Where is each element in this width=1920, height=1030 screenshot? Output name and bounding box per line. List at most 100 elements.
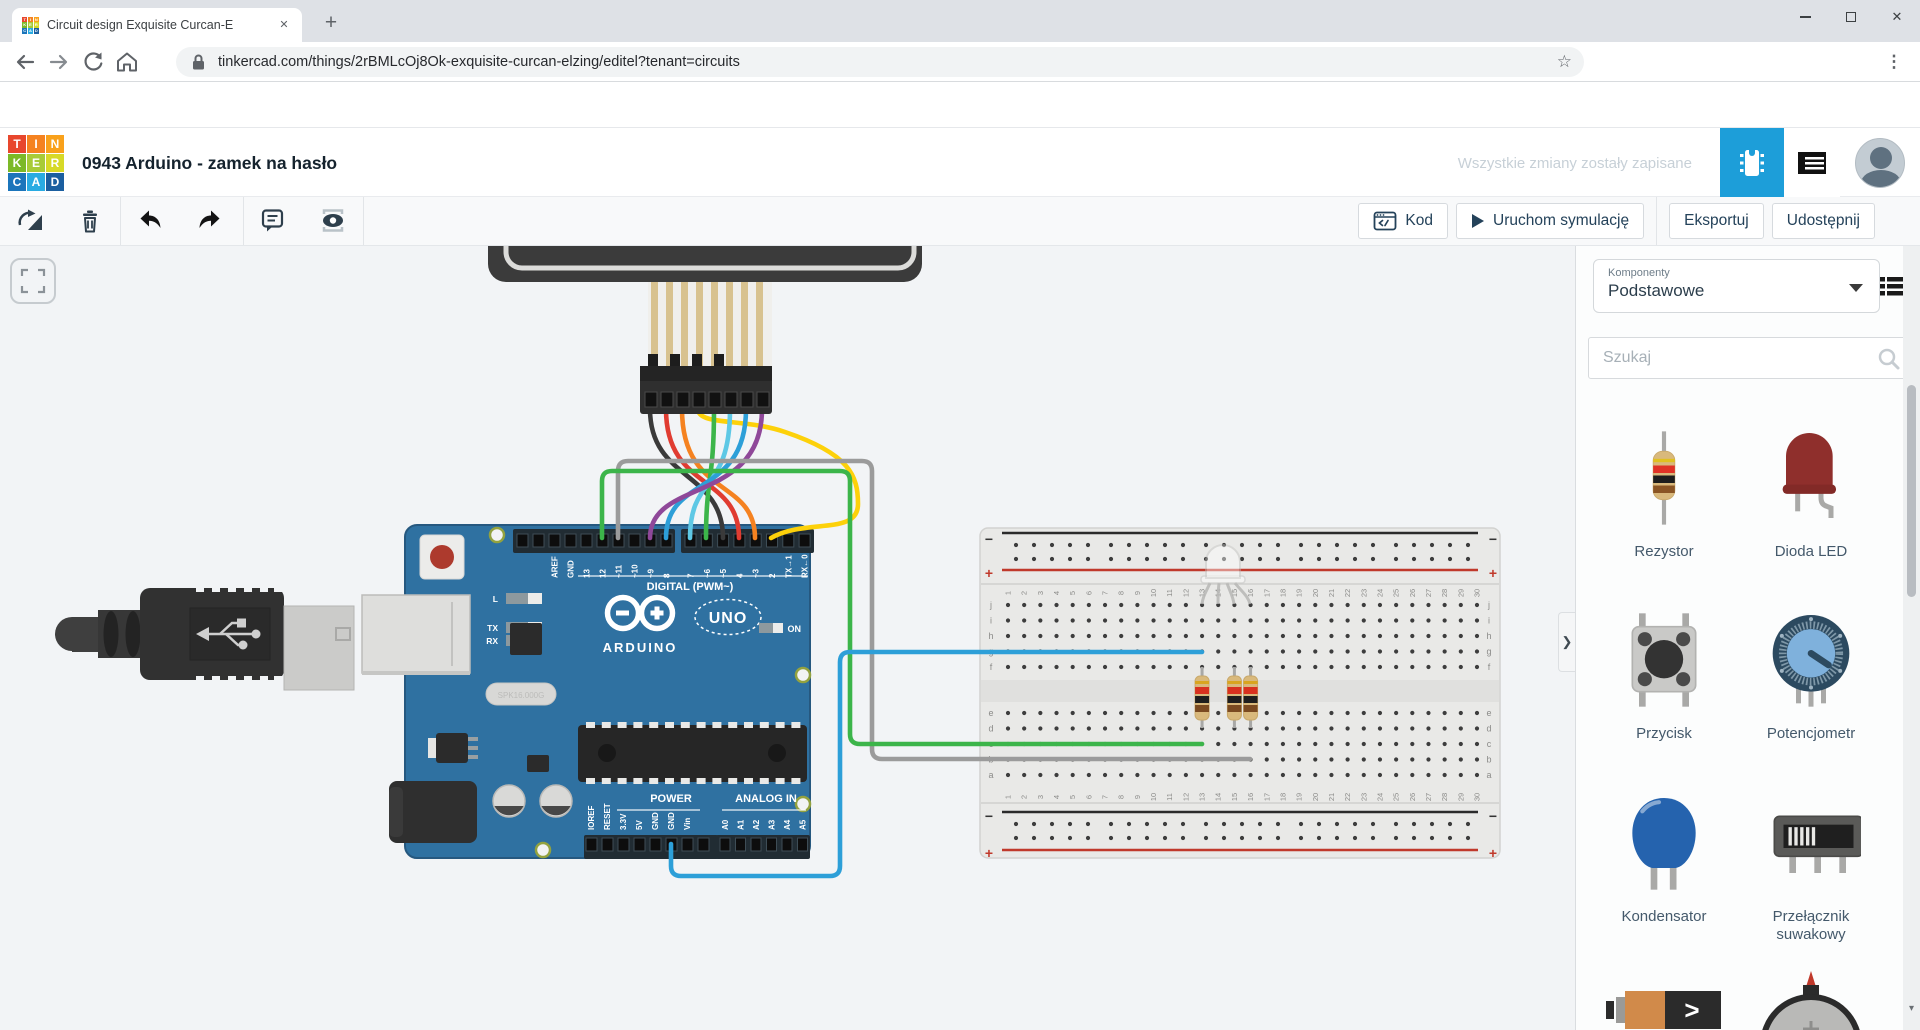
scrollbar-track[interactable] (1903, 246, 1920, 1030)
column-number: 18 (1278, 589, 1287, 597)
forward-icon[interactable] (42, 45, 76, 79)
new-tab-icon[interactable]: + (316, 8, 346, 38)
component-item-dioda-led[interactable]: Dioda LED (1743, 423, 1879, 561)
component-item-przycisk[interactable]: Przycisk (1596, 605, 1732, 743)
rail-sign: − (1489, 531, 1497, 547)
code-button[interactable]: Kod (1358, 203, 1448, 239)
collapse-panel-icon[interactable]: ❯ (1558, 612, 1575, 672)
pushbutton-icon (1614, 605, 1714, 715)
export-button[interactable]: Eksportuj (1669, 203, 1764, 239)
component-item-battery[interactable]: > (1596, 981, 1732, 1030)
pin-label: 13 (583, 569, 592, 578)
redo-icon[interactable] (188, 197, 232, 245)
rotate-icon[interactable] (8, 197, 52, 245)
column-number: 20 (1311, 589, 1320, 597)
export-button-label: Eksportuj (1684, 212, 1749, 230)
back-icon[interactable] (8, 45, 42, 79)
design-title[interactable]: 0943 Arduino - zamek na hasło (82, 128, 337, 198)
browser-menu-icon[interactable]: ⋮ (1880, 48, 1908, 76)
tab-title: Circuit design Exquisite Curcan-E (47, 18, 268, 32)
pin-label: AREF (551, 556, 560, 578)
pin-label: ~6 (703, 568, 712, 578)
run-button-label: Uruchom symulację (1493, 212, 1629, 230)
list-icon (1879, 275, 1905, 297)
circuit-view-button[interactable] (1720, 128, 1784, 198)
column-number: 10 (1149, 793, 1158, 801)
pin-label: TX→1 (784, 555, 793, 578)
components-category-dropdown[interactable]: Komponenty Podstawowe (1593, 259, 1880, 313)
logo-cell: C (8, 173, 26, 191)
component-item-przelacznik[interactable]: Przełącznik suwakowy (1743, 788, 1879, 944)
column-number: 23 (1359, 589, 1368, 597)
logo-cell: E (27, 154, 45, 172)
arduino-uno-board[interactable]: DIGITAL (PWM~) POWER ANALOG IN L TX RX A… (389, 525, 814, 859)
lock-icon (188, 51, 208, 73)
pin-label: ~11 (615, 564, 624, 578)
tinkercad-logo[interactable]: TINKERCAD (8, 135, 64, 191)
row-label: h (1486, 631, 1491, 641)
column-number: 5 (1068, 591, 1077, 595)
pin-label: RX←0 (801, 554, 810, 578)
run-simulation-button[interactable]: Uruchom symulację (1456, 203, 1644, 239)
power-label: POWER (650, 793, 692, 805)
column-number: 12 (1181, 589, 1190, 597)
usb-cable[interactable] (55, 584, 470, 690)
scrollbar-thumb[interactable] (1907, 385, 1916, 597)
usb-port (362, 595, 470, 673)
column-number: 16 (1246, 793, 1255, 801)
bookmark-star-icon[interactable]: ☆ (1557, 52, 1572, 72)
column-number: 7 (1101, 591, 1110, 595)
row-label: e (1486, 708, 1491, 718)
component-item-coin-battery[interactable]: COIN BATTERY (1743, 969, 1879, 1030)
battery-icon: > (1604, 981, 1724, 1030)
circuit-canvas[interactable]: DIGITAL (PWM~) POWER ANALOG IN L TX RX A… (0, 246, 1575, 1030)
maximize-icon[interactable] (1828, 0, 1874, 34)
browser-tab[interactable]: TINKERCAD Circuit design Exquisite Curca… (12, 8, 302, 42)
component-item-kondensator[interactable]: Kondensator (1596, 788, 1732, 926)
search-input[interactable] (1603, 338, 1873, 378)
pin-label: ~5 (719, 568, 728, 578)
avatar[interactable] (1855, 138, 1905, 188)
pin-label: 12 (599, 569, 608, 578)
visibility-icon[interactable] (311, 197, 355, 245)
component-item-rezystor[interactable]: Rezystor (1596, 423, 1732, 561)
search-box (1588, 337, 1912, 379)
minimize-icon[interactable] (1782, 0, 1828, 34)
keypad[interactable] (488, 246, 922, 414)
window-close-icon[interactable]: ✕ (1874, 0, 1920, 34)
column-number: 27 (1424, 589, 1433, 597)
zoom-to-fit-button[interactable] (10, 258, 56, 304)
app-header: TINKERCAD 0943 Arduino - zamek na hasło … (0, 127, 1920, 197)
column-number: 19 (1295, 793, 1304, 801)
component-label: Przycisk (1636, 725, 1692, 743)
list-view-button[interactable] (1784, 128, 1840, 198)
slide-switch-icon (1761, 788, 1861, 898)
notes-icon[interactable] (251, 197, 295, 245)
tab-close-icon[interactable]: ✕ (276, 17, 292, 33)
column-number: 27 (1424, 793, 1433, 801)
category-value: Podstawowe (1608, 281, 1865, 301)
pin-label: Vin (683, 818, 692, 830)
logo-cell: A (28, 28, 33, 33)
rail-sign: − (985, 808, 993, 824)
column-number: 26 (1408, 589, 1417, 597)
pin-label: ~10 (631, 564, 640, 578)
undo-icon[interactable] (128, 197, 172, 245)
scroll-down-icon[interactable]: ▾ (1905, 1003, 1918, 1014)
home-icon[interactable] (110, 45, 144, 79)
share-button-label: Udostępnij (1787, 212, 1860, 230)
coin-battery-icon: COIN BATTERY (1761, 969, 1861, 1030)
column-number: 12 (1181, 793, 1190, 801)
share-button[interactable]: Udostępnij (1772, 203, 1875, 239)
column-number: 6 (1084, 591, 1093, 595)
row-label: a (988, 770, 993, 780)
component-label: Dioda LED (1775, 543, 1848, 561)
browser-tab-bar: TINKERCAD Circuit design Exquisite Curca… (0, 0, 1920, 42)
reset-button[interactable] (420, 535, 464, 579)
reload-icon[interactable] (76, 45, 110, 79)
component-item-potencjometr[interactable]: Potencjometr (1743, 605, 1879, 743)
delete-icon[interactable] (68, 197, 112, 245)
logo-cell: I (28, 17, 33, 22)
address-field[interactable]: tinkercad.com/things/2rBMLcOj8Ok-exquisi… (176, 47, 1584, 77)
logo-cell: C (22, 28, 27, 33)
